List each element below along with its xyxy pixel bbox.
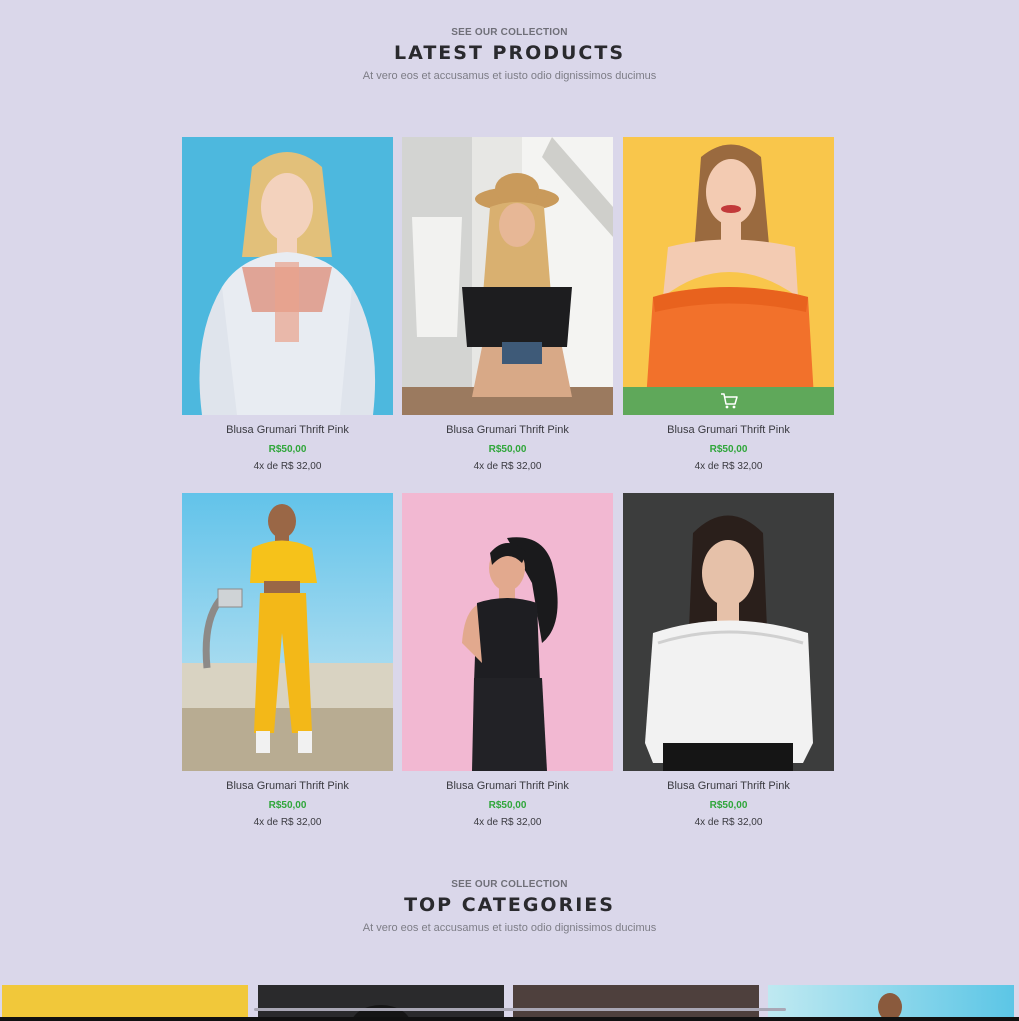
- product-card[interactable]: Blusa Grumari Thrift Pink R$50,00 4x de …: [402, 493, 613, 828]
- latest-eyebrow: SEE OUR COLLECTION: [451, 27, 568, 38]
- top-categories-header: SEE OUR COLLECTION TOP CATEGORIES At ver…: [0, 879, 1019, 934]
- product-title[interactable]: Blusa Grumari Thrift Pink: [402, 424, 613, 436]
- product-title[interactable]: Blusa Grumari Thrift Pink: [182, 780, 393, 792]
- categories-eyebrow: SEE OUR COLLECTION: [451, 879, 568, 890]
- carousel-scrollbar[interactable]: [254, 1008, 786, 1011]
- category-card[interactable]: [768, 985, 1014, 1021]
- category-card[interactable]: [258, 985, 504, 1021]
- category-card[interactable]: [2, 985, 248, 1021]
- product-installments: 4x de R$ 32,00: [473, 817, 542, 828]
- product-card[interactable]: Blusa Grumari Thrift Pink R$50,00 4x de …: [182, 493, 393, 828]
- product-image[interactable]: [402, 137, 613, 415]
- product-image[interactable]: [623, 493, 834, 771]
- product-price: R$50,00: [488, 800, 527, 811]
- product-title[interactable]: Blusa Grumari Thrift Pink: [402, 780, 613, 792]
- product-installments: 4x de R$ 32,00: [694, 817, 763, 828]
- product-price: R$50,00: [268, 444, 307, 455]
- latest-title: LATEST PRODUCTS: [393, 42, 626, 64]
- product-price: R$50,00: [709, 444, 748, 455]
- categories-subtitle: At vero eos et accusamus et iusto odio d…: [362, 922, 657, 934]
- product-image[interactable]: [623, 137, 834, 415]
- product-title[interactable]: Blusa Grumari Thrift Pink: [182, 424, 393, 436]
- product-image[interactable]: [402, 493, 613, 771]
- product-installments: 4x de R$ 32,00: [694, 461, 763, 472]
- product-image[interactable]: [182, 137, 393, 415]
- latest-products-header: SEE OUR COLLECTION LATEST PRODUCTS At ve…: [0, 27, 1019, 82]
- product-image[interactable]: [182, 493, 393, 771]
- add-to-cart-button[interactable]: [623, 387, 834, 415]
- product-card[interactable]: Blusa Grumari Thrift Pink R$50,00 4x de …: [402, 137, 613, 472]
- category-card[interactable]: [513, 985, 759, 1021]
- product-installments: 4x de R$ 32,00: [253, 461, 322, 472]
- latest-subtitle: At vero eos et accusamus et iusto odio d…: [362, 70, 657, 82]
- product-price: R$50,00: [268, 800, 307, 811]
- product-title[interactable]: Blusa Grumari Thrift Pink: [623, 780, 834, 792]
- product-price: R$50,00: [709, 800, 748, 811]
- product-card[interactable]: Blusa Grumari Thrift Pink R$50,00 4x de …: [182, 137, 393, 472]
- category-carousel: [0, 985, 1019, 1021]
- product-title[interactable]: Blusa Grumari Thrift Pink: [623, 424, 834, 436]
- product-card[interactable]: Blusa Grumari Thrift Pink R$50,00 4x de …: [623, 493, 834, 828]
- page-bottom-edge: [0, 1017, 1019, 1021]
- product-installments: 4x de R$ 32,00: [473, 461, 542, 472]
- product-card[interactable]: Blusa Grumari Thrift Pink R$50,00 4x de …: [623, 137, 834, 472]
- categories-title: TOP CATEGORIES: [404, 894, 615, 916]
- product-installments: 4x de R$ 32,00: [253, 817, 322, 828]
- shopping-cart-icon: [720, 393, 738, 409]
- product-price: R$50,00: [488, 444, 527, 455]
